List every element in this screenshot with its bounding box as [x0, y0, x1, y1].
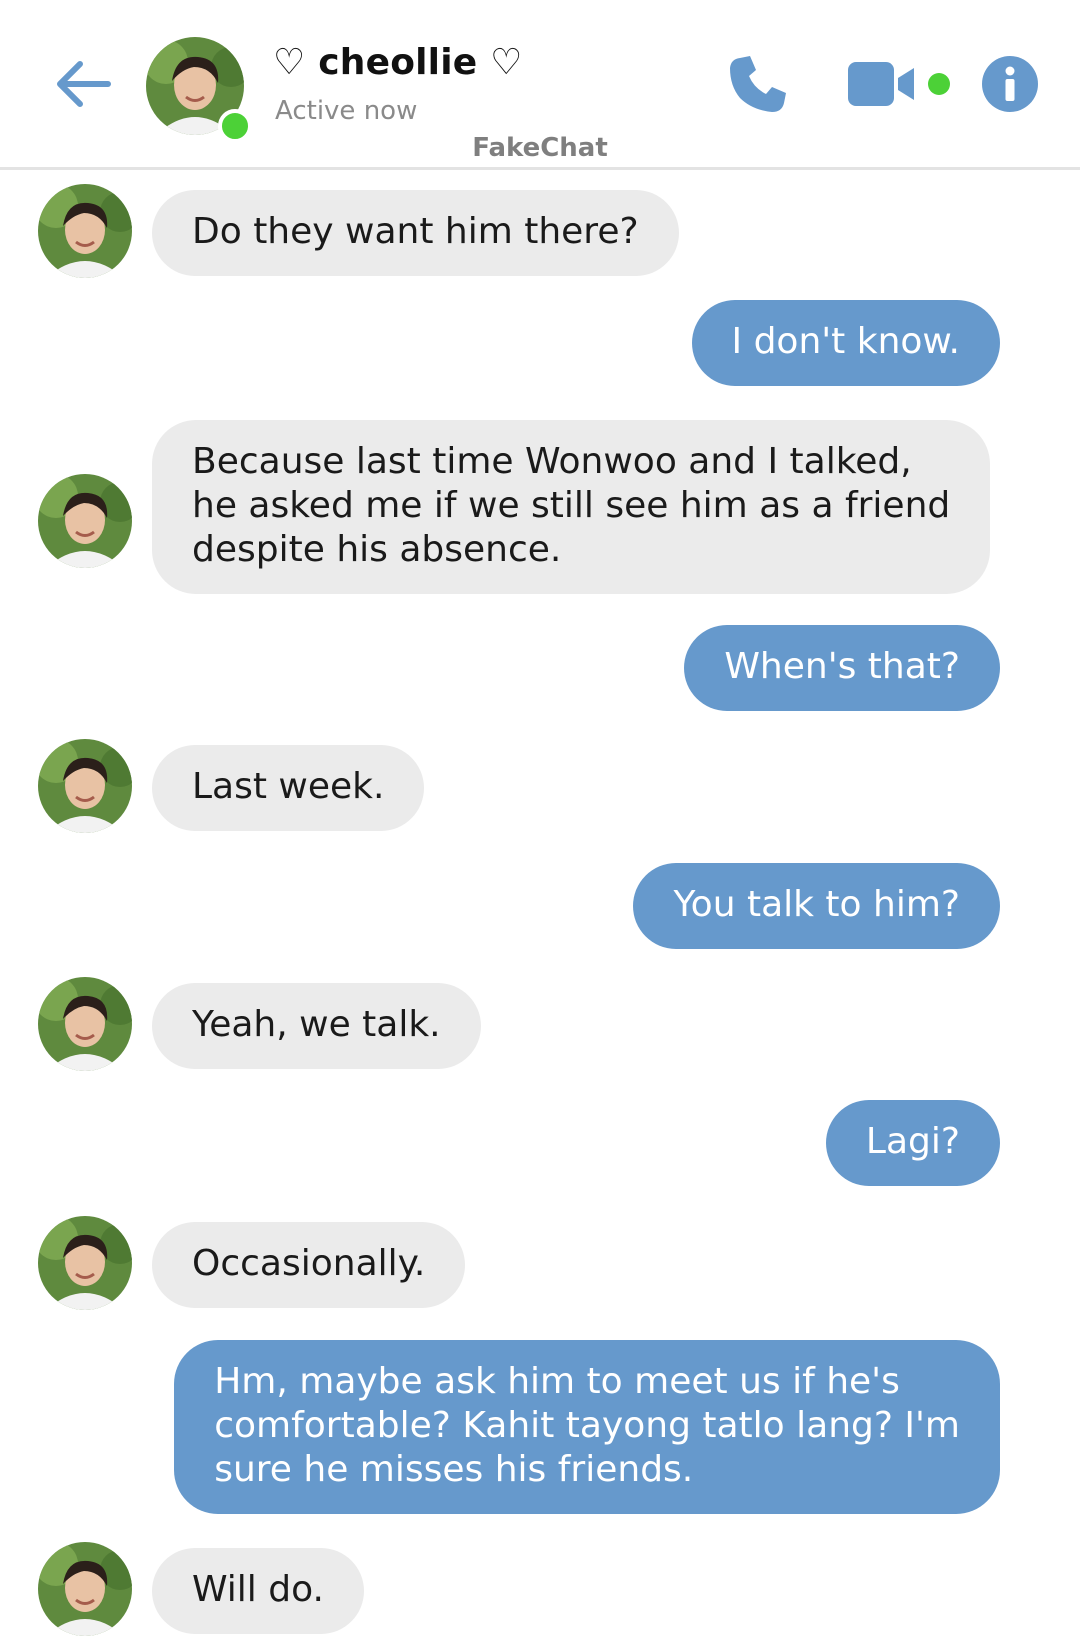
sender-avatar[interactable] [38, 977, 132, 1071]
back-arrow-icon[interactable] [50, 52, 114, 116]
sender-avatar[interactable] [38, 474, 132, 568]
chat-header: ♡ cheollie ♡ Active now FakeChat [0, 0, 1080, 170]
incoming-message-bubble[interactable]: Will do. [152, 1548, 364, 1634]
incoming-message-bubble[interactable]: Do they want him there? [152, 190, 679, 276]
incoming-message-row: Will do. [0, 1542, 1080, 1636]
sender-avatar[interactable] [38, 1542, 132, 1636]
contact-name[interactable]: ♡ cheollie ♡ [273, 42, 523, 83]
message-text: Last week. [192, 766, 385, 807]
incoming-message-row: Do they want him there? [0, 184, 1080, 278]
message-text: Do they want him there? [192, 211, 639, 252]
chat-screen: ♡ cheollie ♡ Active now FakeChat Do they… [0, 0, 1080, 1651]
message-text-line: comfortable? Kahit tayong tatlo lang? I'… [214, 1405, 960, 1446]
incoming-message-bubble[interactable]: Last week. [152, 745, 425, 831]
outgoing-message-bubble[interactable]: When's that? [684, 625, 1000, 711]
incoming-message-bubble[interactable]: Occasionally. [152, 1222, 466, 1308]
message-text: Occasionally. [192, 1243, 426, 1284]
message-text: Lagi? [865, 1121, 960, 1162]
video-camera-icon[interactable] [848, 58, 920, 110]
incoming-message-row: Because last time Wonwoo and I talked, he… [0, 420, 1080, 594]
message-text: When's that? [724, 646, 960, 687]
message-text-line: Hm, maybe ask him to meet us if he's [214, 1361, 900, 1402]
message-text-line: Because last time Wonwoo and I talked, [192, 441, 912, 482]
sender-avatar[interactable] [38, 1216, 132, 1310]
phone-icon[interactable] [726, 52, 790, 116]
info-icon[interactable] [982, 56, 1038, 112]
watermark: FakeChat [0, 133, 1080, 163]
outgoing-message-row: Hm, maybe ask him to meet us if he's comf… [0, 1340, 1080, 1514]
message-text: Will do. [192, 1569, 324, 1610]
message-text: Yeah, we talk. [192, 1004, 441, 1045]
sender-avatar[interactable] [38, 739, 132, 833]
message-text-line: he asked me if we still see him as a fri… [192, 485, 951, 526]
outgoing-message-bubble[interactable]: You talk to him? [633, 863, 1000, 949]
incoming-message-row: Last week. [0, 739, 1080, 833]
outgoing-message-row: When's that? [0, 625, 1080, 711]
outgoing-message-bubble[interactable]: Lagi? [825, 1100, 1000, 1186]
outgoing-message-row: You talk to him? [0, 863, 1080, 949]
incoming-message-row: Occasionally. [0, 1216, 1080, 1310]
message-text: I don't know. [731, 321, 960, 362]
message-text: You talk to him? [673, 884, 960, 925]
contact-avatar[interactable] [146, 37, 252, 143]
message-text-line: sure he misses his friends. [214, 1449, 694, 1490]
sender-avatar[interactable] [38, 184, 132, 278]
outgoing-message-bubble[interactable]: I don't know. [691, 300, 1000, 386]
watermark-text: FakeChat [472, 133, 608, 163]
active-status: Active now [275, 96, 418, 126]
video-online-dot [928, 73, 950, 95]
outgoing-message-row: I don't know. [0, 300, 1080, 386]
incoming-message-row: Yeah, we talk. [0, 977, 1080, 1071]
incoming-message-bubble[interactable]: Yeah, we talk. [152, 983, 481, 1069]
message-text-line: despite his absence. [192, 529, 562, 570]
incoming-message-bubble[interactable]: Because last time Wonwoo and I talked, he… [152, 420, 991, 594]
outgoing-message-row: Lagi? [0, 1100, 1080, 1186]
outgoing-message-bubble[interactable]: Hm, maybe ask him to meet us if he's comf… [174, 1340, 1000, 1514]
